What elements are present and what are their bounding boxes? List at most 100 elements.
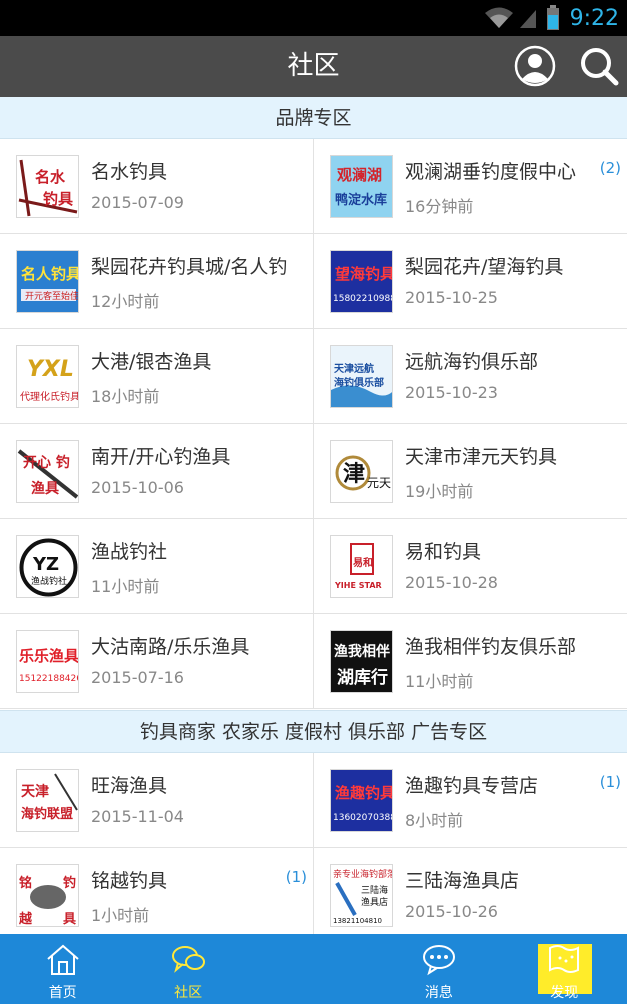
shop-logo: 亲专业海钓部落 三陆海 渔具店 13821104810 [330, 864, 393, 927]
svg-text:代理化氏钓具: 代理化氏钓具 [20, 390, 79, 403]
shop-card[interactable]: 天津 海钓联盟 旺海渔具 2015-11-04 [0, 753, 314, 848]
grid-row: YZ 渔战钓社 渔战钓社 11小时前 易和 YIHE STAR 易和钓具 201… [0, 519, 627, 614]
grid-row: 铭 钓 越 具 铭越钓具 1小时前 (1) 亲专业海钓部落 三陆海 渔具店 13… [0, 848, 627, 943]
user-icon [514, 45, 556, 87]
status-time: 9:22 [569, 5, 619, 31]
shop-card[interactable]: 津 元天 天津市津元天钓具 19小时前 [314, 424, 627, 519]
shop-meta: 16分钟前 [405, 197, 474, 216]
section-header-ads: 钓具商家 农家乐 度假村 俱乐部 广告专区 [0, 710, 627, 753]
shop-card[interactable]: 铭 钓 越 具 铭越钓具 1小时前 (1) [0, 848, 314, 943]
shop-meta: 2015-10-23 [405, 383, 498, 402]
app-header: 社区 [0, 36, 627, 97]
shop-card[interactable]: 渔趣钓具 13602070388 渔趣钓具专营店 8小时前 (1) [314, 753, 627, 848]
shop-name: 名水钓具 [91, 161, 168, 183]
shop-name: 远航海钓俱乐部 [405, 351, 539, 373]
shop-meta: 2015-10-28 [405, 573, 498, 592]
search-button[interactable] [578, 45, 620, 87]
shop-logo: 易和 YIHE STAR [330, 535, 393, 598]
svg-text:15802210988: 15802210988 [333, 294, 393, 304]
nav-home-label: 首页 [48, 985, 77, 1001]
svg-text:鸭淀水库: 鸭淀水库 [335, 192, 387, 208]
shop-name: 渔我相伴钓友俱乐部 [405, 636, 577, 658]
shop-meta: 2015-10-26 [405, 902, 498, 921]
nav-home[interactable]: 首页 [0, 934, 125, 1004]
shop-meta: 1小时前 [91, 906, 150, 925]
svg-text:天津远航: 天津远航 [334, 362, 374, 375]
shop-meta: 12小时前 [91, 292, 160, 311]
shop-name: 梨园花卉钓具城/名人钓 [91, 256, 288, 278]
grid-row: YXL 代理化氏钓具 大港/银杏渔具 18小时前 天津远航 海钓俱乐部 远航海钓… [0, 329, 627, 424]
svg-text:15122188426: 15122188426 [19, 674, 79, 684]
shop-logo: 名人钓具 开元客至始佳 [16, 250, 79, 313]
shop-logo: 天津 海钓联盟 [16, 769, 79, 832]
grid-row: 天津 海钓联盟 旺海渔具 2015-11-04 渔趣钓具 13602070388… [0, 753, 627, 848]
user-profile-button[interactable] [514, 45, 556, 87]
shop-logo: 天津远航 海钓俱乐部 [330, 345, 393, 408]
shop-card[interactable]: 望海钓具 15802210988 梨园花卉/望海钓具 2015-10-25 [314, 234, 627, 329]
shop-card[interactable]: YZ 渔战钓社 渔战钓社 11小时前 [0, 519, 314, 614]
shop-logo: 铭 钓 越 具 [16, 864, 79, 927]
shop-name: 三陆海渔具店 [405, 870, 520, 892]
search-icon [581, 48, 619, 86]
svg-text:YIHE STAR: YIHE STAR [334, 581, 382, 590]
shop-card[interactable]: 观澜湖 鸭淀水库 观澜湖垂钓度假中心 16分钟前 (2) [314, 139, 627, 234]
shop-card[interactable]: 名人钓具 开元客至始佳 梨园花卉钓具城/名人钓 12小时前 [0, 234, 314, 329]
shop-name: 梨园花卉/望海钓具 [405, 256, 564, 278]
shop-logo: 开心 钓 渔具 [16, 440, 79, 503]
nav-messages[interactable]: 消息 [376, 934, 501, 1004]
shop-meta: 11小时前 [405, 672, 474, 691]
svg-text:湖库行: 湖库行 [337, 667, 388, 688]
shop-logo: 观澜湖 鸭淀水库 [330, 155, 393, 218]
svg-text:具: 具 [63, 912, 76, 927]
svg-text:三陆海: 三陆海 [361, 884, 388, 896]
shop-name: 观澜湖垂钓度假中心 [405, 161, 577, 183]
nav-community[interactable]: 社区 [125, 934, 250, 1004]
svg-text:易和: 易和 [353, 556, 373, 569]
unread-badge: (2) [599, 159, 621, 177]
shop-card[interactable]: 渔我相伴 湖库行 渔我相伴钓友俱乐部 11小时前 [314, 614, 627, 709]
home-icon [47, 944, 79, 975]
shop-meta: 2015-07-16 [91, 668, 184, 687]
svg-text:渔战钓社: 渔战钓社 [31, 575, 67, 587]
shop-card[interactable]: 乐乐渔具 15122188426 大沽南路/乐乐渔具 2015-07-16 [0, 614, 314, 709]
shop-card[interactable]: 天津远航 海钓俱乐部 远航海钓俱乐部 2015-10-23 [314, 329, 627, 424]
svg-text:名人钓具: 名人钓具 [21, 265, 79, 283]
shop-meta: 18小时前 [91, 387, 160, 406]
shop-meta: 2015-07-09 [91, 193, 184, 212]
message-icon [422, 945, 455, 976]
unread-badge: (1) [599, 773, 621, 791]
shop-card[interactable]: YXL 代理化氏钓具 大港/银杏渔具 18小时前 [0, 329, 314, 424]
shop-card[interactable]: 亲专业海钓部落 三陆海 渔具店 13821104810 三陆海渔具店 2015-… [314, 848, 627, 943]
shop-logo: 乐乐渔具 15122188426 [16, 630, 79, 693]
grid-row: 名水 钓具 名水钓具 2015-07-09 观澜湖 鸭淀水库 观澜湖垂钓度假中心… [0, 139, 627, 234]
svg-text:天津: 天津 [21, 783, 49, 800]
shop-card[interactable]: 开心 钓 渔具 南开/开心钓渔具 2015-10-06 [0, 424, 314, 519]
shop-name: 大沽南路/乐乐渔具 [91, 636, 250, 658]
shop-name: 旺海渔具 [91, 775, 168, 797]
grid-row: 开心 钓 渔具 南开/开心钓渔具 2015-10-06 津 元天 天津市津元天钓… [0, 424, 627, 519]
nav-messages-label: 消息 [424, 985, 453, 1001]
shop-name: 南开/开心钓渔具 [91, 446, 231, 468]
shop-logo: YZ 渔战钓社 [16, 535, 79, 598]
shop-card[interactable]: 名水 钓具 名水钓具 2015-07-09 [0, 139, 314, 234]
svg-text:钓: 钓 [63, 875, 76, 891]
svg-text:元天: 元天 [367, 476, 391, 490]
chat-bubbles-icon [172, 946, 206, 973]
shop-card[interactable]: 易和 YIHE STAR 易和钓具 2015-10-28 [314, 519, 627, 614]
grid-row: 乐乐渔具 15122188426 大沽南路/乐乐渔具 2015-07-16 渔我… [0, 614, 627, 709]
svg-text:YZ: YZ [32, 554, 59, 575]
svg-text:13821104810: 13821104810 [333, 917, 382, 925]
svg-text:津: 津 [343, 461, 365, 487]
svg-text:观澜湖: 观澜湖 [337, 166, 382, 184]
shop-meta: 11小时前 [91, 577, 160, 596]
svg-text:乐乐渔具: 乐乐渔具 [19, 647, 79, 665]
signal-icon [519, 10, 536, 28]
svg-text:海钓联盟: 海钓联盟 [21, 806, 73, 822]
nav-discover[interactable]: 发现 [502, 934, 627, 1004]
shop-logo: YXL 代理化氏钓具 [16, 345, 79, 408]
shop-name: 铭越钓具 [91, 870, 168, 892]
shop-meta: 2015-11-04 [91, 807, 184, 826]
map-flag-icon [549, 945, 580, 973]
shop-logo: 津 元天 [330, 440, 393, 503]
battery-icon [546, 5, 559, 30]
